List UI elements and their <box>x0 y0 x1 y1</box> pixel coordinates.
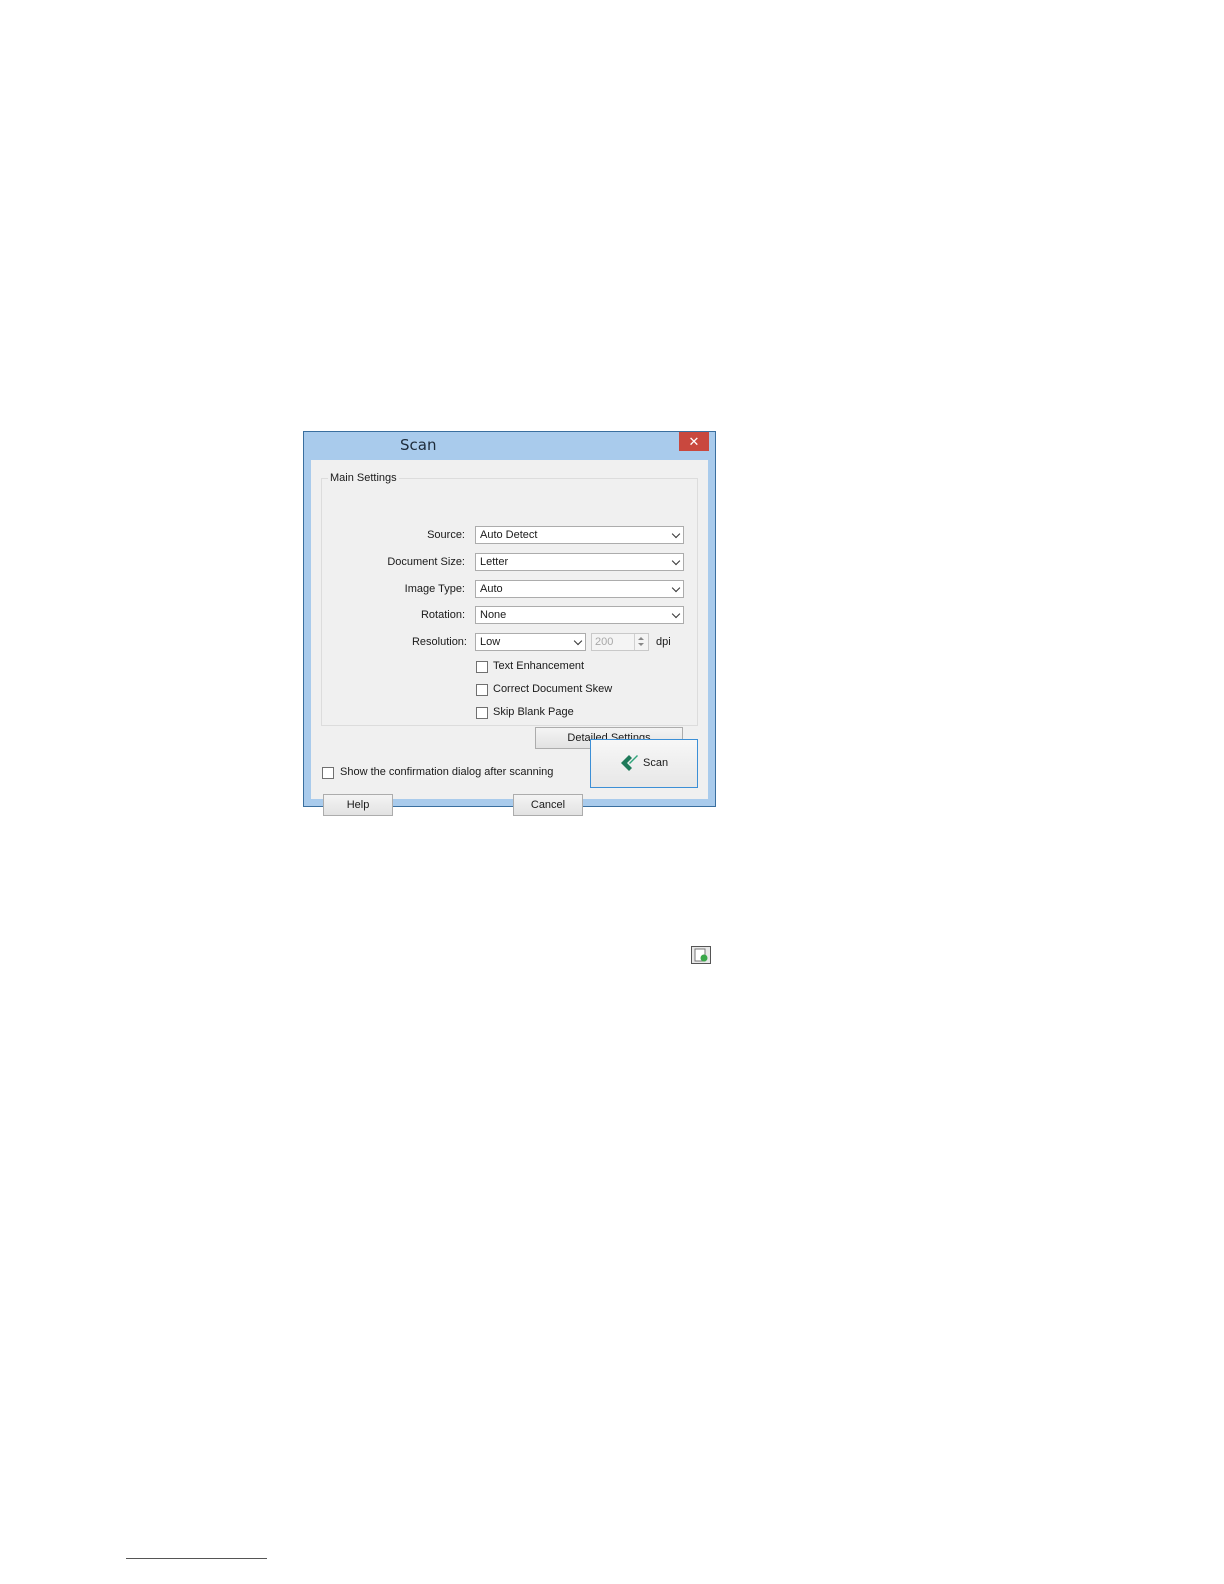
image-type-label: Image Type: <box>404 583 465 595</box>
chevron-down-icon <box>671 609 681 619</box>
document-size-select[interactable]: Letter <box>475 553 684 571</box>
document-size-value: Letter <box>480 556 509 568</box>
chevron-down-icon <box>573 636 583 646</box>
show-confirmation-label: Show the confirmation dialog after scann… <box>340 766 554 778</box>
skip-blank-page-label: Skip Blank Page <box>493 706 574 718</box>
scan-label: Scan <box>643 757 669 769</box>
dialog-title: Scan <box>400 436 437 454</box>
resolution-label: Resolution: <box>411 636 467 648</box>
rotation-value: None <box>480 609 507 621</box>
correct-document-skew-label: Correct Document Skew <box>493 683 613 695</box>
scanner-preview-icon <box>691 946 711 964</box>
resolution-select[interactable]: Low <box>475 633 586 651</box>
footnote-rule <box>126 1558 267 1559</box>
spin-up-icon <box>638 637 644 640</box>
chevron-down-icon <box>671 529 681 539</box>
cancel-button[interactable]: Cancel <box>513 794 583 816</box>
main-settings-title: Main Settings <box>328 472 399 484</box>
dpi-value: 200 <box>595 636 614 648</box>
scan-logo-icon <box>621 755 638 771</box>
help-label: Help <box>346 799 370 811</box>
rotation-label: Rotation: <box>420 609 465 621</box>
correct-document-skew-checkbox[interactable] <box>476 684 488 696</box>
source-select[interactable]: Auto Detect <box>475 526 684 544</box>
chevron-down-icon <box>671 583 681 593</box>
close-button[interactable]: ✕ <box>679 432 709 451</box>
dpi-stepper[interactable] <box>634 634 648 650</box>
cancel-label: Cancel <box>530 799 566 811</box>
show-confirmation-checkbox[interactable] <box>322 767 334 779</box>
close-icon: ✕ <box>688 434 700 449</box>
chevron-down-icon <box>671 556 681 566</box>
dpi-unit: dpi <box>656 636 671 648</box>
image-type-value: Auto <box>480 583 503 595</box>
help-button[interactable]: Help <box>323 794 393 816</box>
document-size-label: Document Size: <box>387 556 465 568</box>
scanner-preview-glyph <box>694 948 708 962</box>
rotation-select[interactable]: None <box>475 606 684 624</box>
dpi-spinner: 200 <box>591 633 649 651</box>
resolution-value: Low <box>480 636 501 648</box>
source-value: Auto Detect <box>480 529 538 541</box>
text-enhancement-label: Text Enhancement <box>493 660 585 672</box>
title-bar[interactable]: Scan ✕ <box>304 432 715 459</box>
image-type-select[interactable]: Auto <box>475 580 684 598</box>
scan-button[interactable]: Scan <box>590 739 698 788</box>
text-enhancement-checkbox[interactable] <box>476 661 488 673</box>
scan-dialog: Scan ✕ Main Settings Source: Auto Detect… <box>303 431 716 816</box>
skip-blank-page-checkbox[interactable] <box>476 707 488 719</box>
spin-down-icon <box>638 643 644 646</box>
source-label: Source: <box>427 529 465 541</box>
